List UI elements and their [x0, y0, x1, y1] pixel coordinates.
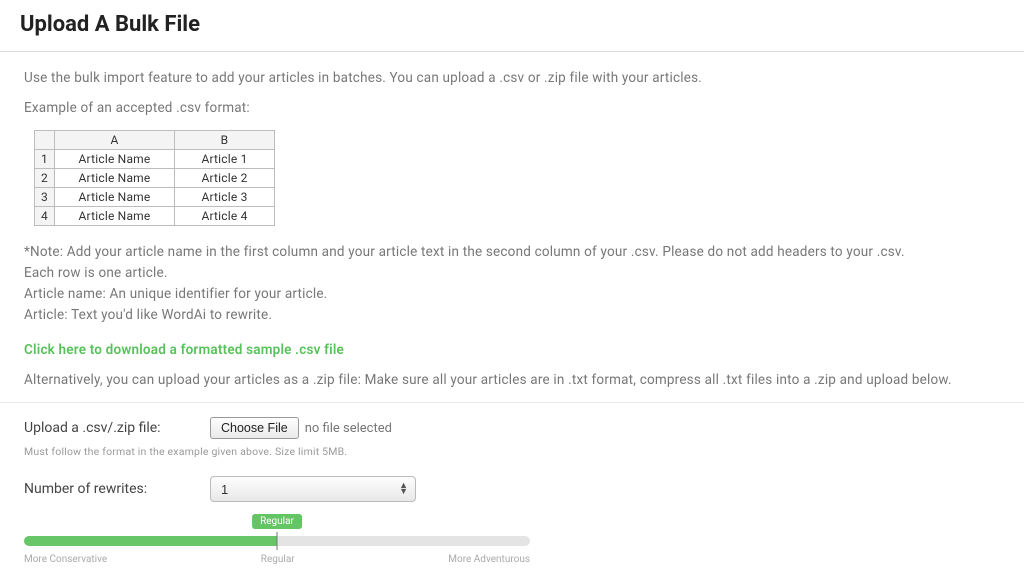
- csv-rownum: 3: [35, 188, 55, 207]
- csv-example-table: A B 1 Article Name Article 1 2 Article N…: [34, 130, 275, 226]
- csv-header-a: A: [55, 131, 175, 150]
- csv-rownum: 1: [35, 150, 55, 169]
- csv-val-cell: Article 1: [175, 150, 275, 169]
- slider-fill: [24, 536, 277, 546]
- slider-label-left: More Conservative: [24, 554, 107, 565]
- table-row: 1 Article Name Article 1: [35, 150, 275, 169]
- csv-val-cell: Article 2: [175, 169, 275, 188]
- table-row: 4 Article Name Article 4: [35, 207, 275, 226]
- csv-header-b: B: [175, 131, 275, 150]
- note-row: Each row is one article.: [24, 265, 1000, 281]
- file-status-text: no file selected: [305, 421, 392, 436]
- example-format-label: Example of an accepted .csv format:: [24, 100, 1000, 116]
- slider-handle[interactable]: [277, 532, 278, 550]
- csv-name-cell: Article Name: [55, 169, 175, 188]
- choose-file-button[interactable]: Choose File: [210, 417, 299, 439]
- table-row: 2 Article Name Article 2: [35, 169, 275, 188]
- upload-file-label: Upload a .csv/.zip file:: [24, 420, 210, 436]
- table-row: 3 Article Name Article 3: [35, 188, 275, 207]
- upload-hint: Must follow the format in the example gi…: [24, 445, 1000, 458]
- creativity-slider[interactable]: [24, 536, 530, 546]
- csv-rownum: 2: [35, 169, 55, 188]
- csv-name-cell: Article Name: [55, 207, 175, 226]
- csv-name-cell: Article Name: [55, 188, 175, 207]
- intro-description: Use the bulk import feature to add your …: [24, 70, 1000, 86]
- download-sample-link[interactable]: Click here to download a formatted sampl…: [24, 342, 344, 358]
- csv-val-cell: Article 4: [175, 207, 275, 226]
- slider-label-mid: Regular: [261, 554, 295, 565]
- note-name: Article name: An unique identifier for y…: [24, 286, 1000, 302]
- csv-rownum: 4: [35, 207, 55, 226]
- rewrites-label: Number of rewrites:: [24, 481, 210, 497]
- zip-alternative-text: Alternatively, you can upload your artic…: [24, 372, 1000, 388]
- slider-label-right: More Adventurous: [448, 554, 530, 565]
- page-title: Upload A Bulk File: [0, 0, 1024, 51]
- note-headers: *Note: Add your article name in the firs…: [24, 244, 1000, 260]
- csv-name-cell: Article Name: [55, 150, 175, 169]
- slider-value-badge: Regular: [252, 514, 302, 529]
- csv-val-cell: Article 3: [175, 188, 275, 207]
- note-article: Article: Text you'd like WordAi to rewri…: [24, 307, 1000, 323]
- csv-corner-cell: [35, 131, 55, 150]
- rewrites-select[interactable]: 1: [210, 476, 416, 502]
